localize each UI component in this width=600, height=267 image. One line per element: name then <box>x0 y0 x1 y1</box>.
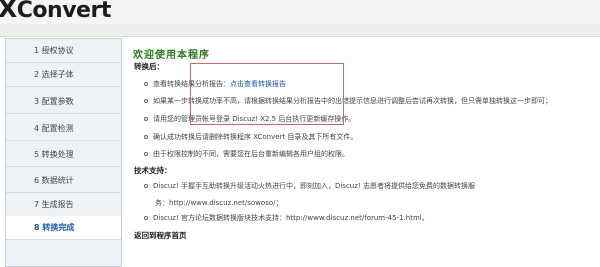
list-item: 查看转换结果分析报告：点击查看转换报告 <box>144 79 286 89</box>
sidebar-item-step-1[interactable]: 1 授权协议 <box>6 39 121 63</box>
list-item-continuation: 务：http://www.discuz.net/sowoso/； <box>155 199 283 207</box>
bullet-icon <box>144 135 148 139</box>
bullet-icon <box>144 82 148 86</box>
xconvert-logo: XConvert <box>0 0 111 23</box>
sidebar-item-step-4[interactable]: 4 配置检测 <box>6 117 121 141</box>
bullet-icon <box>144 152 148 156</box>
tech-support-heading: 技术支持： <box>134 166 172 175</box>
list-item: Discuz! 手握手互助转换升级活动火热进行中，即刻加入，Discuz! 志愿… <box>144 181 475 191</box>
bullet-icon <box>144 184 148 188</box>
sidebar-item-step-2[interactable]: 2 选择子体 <box>6 63 121 87</box>
bullet-icon <box>144 117 148 121</box>
sidebar-item-step-3[interactable]: 3 配置参数 <box>6 90 121 114</box>
page-title: 欢迎使用本程序 <box>133 50 210 61</box>
list-item: 确认成功转换后请删除转换程序 XConvert 目录及其下所有文件。 <box>144 132 357 142</box>
view-report-link[interactable]: 点击查看转换报告 <box>230 80 286 88</box>
back-to-home-link[interactable]: 返回到程序首页 <box>134 230 187 241</box>
sidebar-item-step-5[interactable]: 5 转换处理 <box>6 143 121 167</box>
sidebar-item-step-6[interactable]: 6 数据统计 <box>6 169 121 193</box>
app-header: XConvert <box>0 0 600 24</box>
list-item: Discuz! 官方论坛数据转换版块技术支持：http://www.discuz… <box>144 213 429 223</box>
list-item: 请用您的管理员帐号登录 Discuz! X2.5 后台执行更新缓存操作。 <box>144 114 355 124</box>
bullet-icon <box>144 216 148 220</box>
bullet-icon <box>144 99 148 103</box>
sidebar-item-step-7[interactable]: 7 生成报告 <box>6 193 121 217</box>
list-item: 由于权限控制的不同，需要您在后台重新编辑各用户组的权限。 <box>144 149 349 159</box>
sidebar-item-step-8-active[interactable]: 8 转换完成 <box>6 216 121 240</box>
step-sidebar: 1 授权协议 2 选择子体 3 配置参数 4 配置检测 5 转换处理 6 数据统… <box>5 38 122 267</box>
main-content: 欢迎使用本程序 转换后： 查看转换结果分析报告：点击查看转换报告 如果某一步转换… <box>131 38 600 267</box>
after-conversion-heading: 转换后： <box>134 62 164 71</box>
list-item: 如果某一步转换成功率不高，请根据转换结果分析报告中的出错提示信息进行调整后尝试再… <box>144 96 552 106</box>
header-band <box>0 24 600 37</box>
